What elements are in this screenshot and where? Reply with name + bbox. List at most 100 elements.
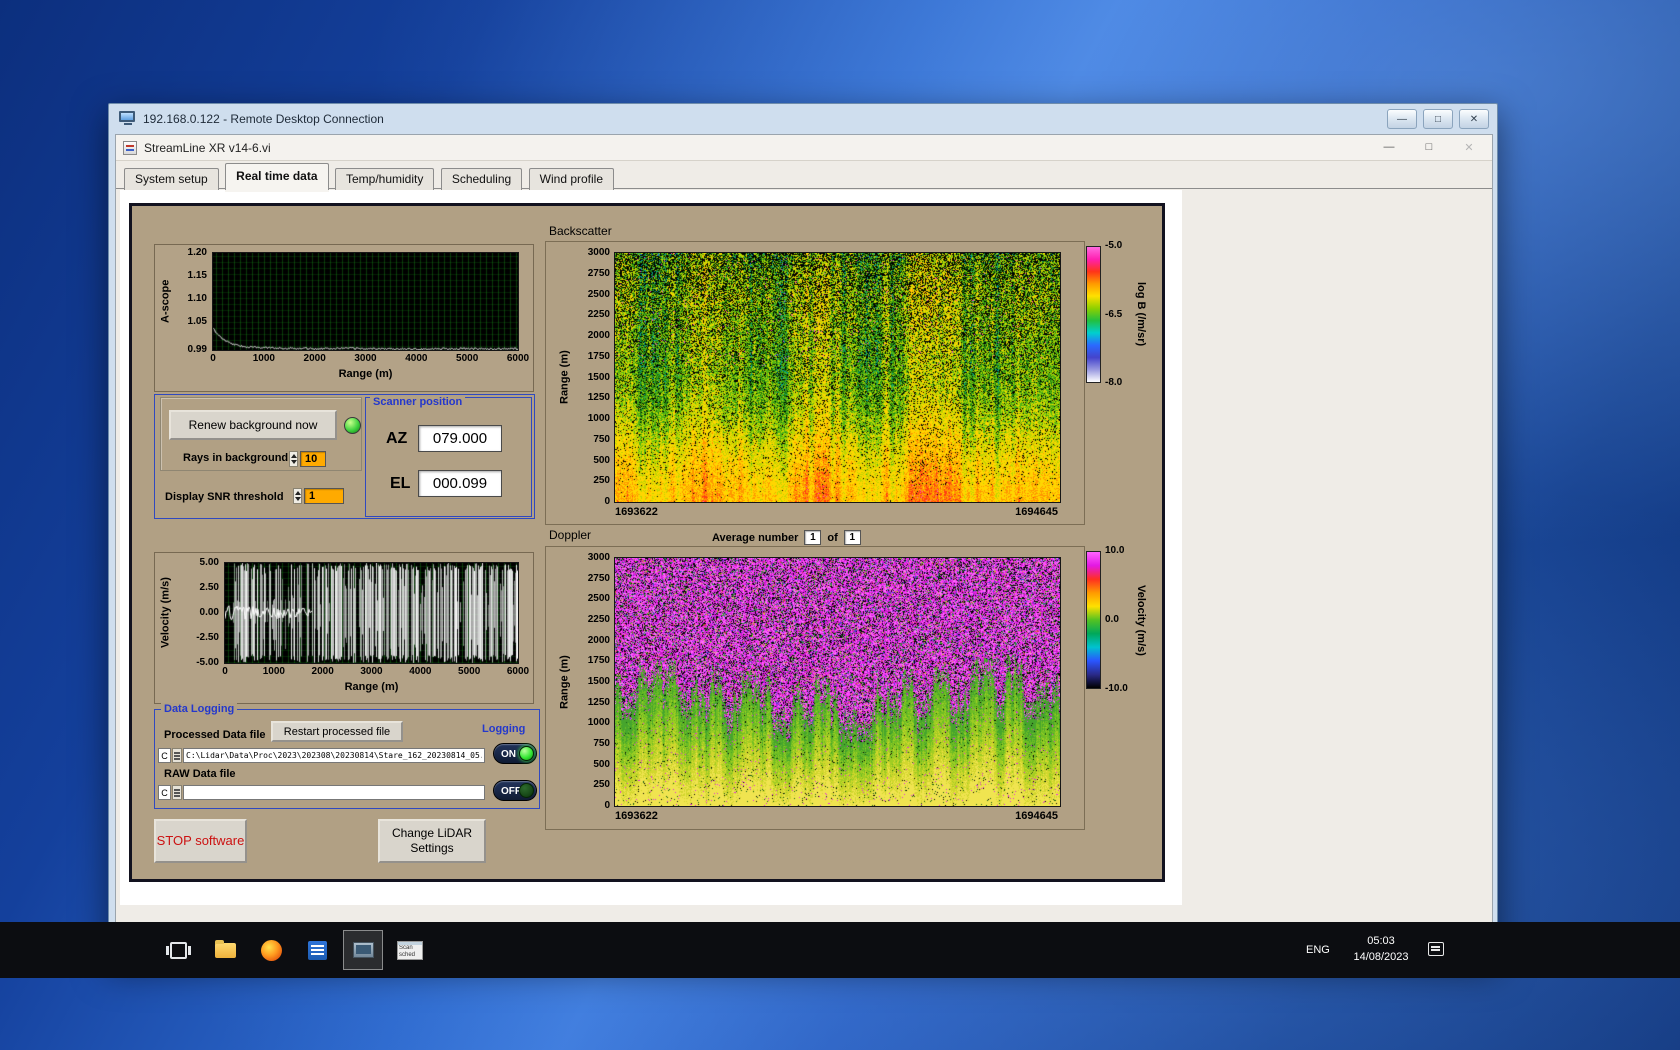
doppler-plot-canvas bbox=[615, 558, 1060, 806]
tick-label: 2500 bbox=[587, 593, 610, 605]
y-axis-ticks: 3000 2750 2500 2250 2000 1750 1500 1250 1000 750 5… bbox=[572, 248, 612, 507]
rays-in-background-label: Rays in background bbox=[183, 452, 289, 464]
tab-scheduling[interactable]: Scheduling bbox=[440, 168, 523, 190]
scanner-position-title: Scanner position bbox=[370, 396, 466, 408]
desktop: 192.168.0.122 - Remote Desktop Connectio… bbox=[0, 0, 1680, 1050]
tab-temp-humidity[interactable]: Temp/humidity bbox=[334, 168, 435, 190]
drive-letter-box[interactable]: C bbox=[158, 748, 171, 763]
tick-label: 2000 bbox=[303, 353, 326, 364]
restart-processed-file-button[interactable]: Restart processed file bbox=[271, 721, 403, 742]
tick-label: 0.0 bbox=[1105, 614, 1119, 625]
doppler-plot bbox=[614, 557, 1061, 807]
tick-label: 3000 bbox=[587, 247, 610, 258]
clock[interactable]: 05:03 14/08/2023 bbox=[1342, 933, 1420, 965]
tick-label: 2000 bbox=[587, 330, 610, 341]
main-panel: A-scope 1.20 1.15 1.10 1.05 0.99 0 1000 2000 30… bbox=[129, 203, 1165, 882]
elevation-label: EL bbox=[390, 475, 411, 492]
logging-on-led-icon bbox=[519, 746, 534, 761]
tick-label: 0 bbox=[604, 800, 610, 811]
minimize-button[interactable]: — bbox=[1387, 109, 1417, 129]
backscatter-colorbar bbox=[1086, 246, 1101, 383]
background-controls-group: Renew background now Rays in background … bbox=[154, 394, 535, 519]
task-view-icon[interactable] bbox=[158, 930, 198, 970]
remote-desktop-icon bbox=[119, 111, 136, 127]
toggle-on-label: ON bbox=[501, 749, 516, 760]
average-number-value[interactable]: 1 bbox=[804, 530, 822, 545]
tick-label: 1250 bbox=[587, 696, 610, 708]
tick-label: 1250 bbox=[587, 392, 610, 404]
snr-threshold-label: Display SNR threshold bbox=[165, 491, 284, 503]
backscatter-plot-canvas bbox=[615, 253, 1060, 502]
azimuth-value[interactable]: 079.000 bbox=[418, 425, 502, 452]
snr-spinner[interactable] bbox=[293, 488, 302, 504]
notification-center-icon[interactable] bbox=[1428, 942, 1444, 956]
raw-data-file-label: RAW Data file bbox=[164, 768, 236, 780]
data-logging-title: Data Logging bbox=[161, 703, 238, 715]
elevation-value[interactable]: 000.099 bbox=[418, 470, 502, 497]
raw-logging-toggle[interactable]: OFF bbox=[493, 780, 537, 801]
tick-label: 1000 bbox=[587, 717, 610, 729]
change-lidar-settings-button[interactable]: Change LiDAR Settings bbox=[378, 819, 486, 863]
tab-real-time-data[interactable]: Real time data bbox=[225, 163, 329, 190]
tab-wind-profile[interactable]: Wind profile bbox=[528, 168, 615, 190]
remote-desktop-taskbar-icon[interactable] bbox=[343, 930, 383, 970]
tick-label: 1750 bbox=[587, 655, 610, 667]
tick-label: 0 bbox=[604, 496, 610, 507]
scanner-position-group: Scanner position AZ 079.000 EL 000.099 bbox=[365, 396, 532, 517]
close-button[interactable]: ✕ bbox=[1459, 109, 1489, 129]
background-led-icon bbox=[344, 417, 361, 434]
doppler-heatmap: Range (m) 3000 2750 2500 2250 2000 1750 1500 12… bbox=[545, 546, 1085, 830]
taskbar: Scan sched ENG 05:03 14/08/2023 bbox=[0, 922, 1680, 978]
minimize-button[interactable]: — bbox=[1376, 137, 1402, 157]
tick-label: 1.15 bbox=[187, 270, 207, 282]
velocity-chart: Velocity (m/s) 5.00 2.50 0.00 -2.50 -5.00 0 1… bbox=[154, 552, 534, 704]
average-number-total[interactable]: 1 bbox=[843, 530, 861, 545]
blue-app-icon[interactable] bbox=[297, 930, 337, 970]
tick-label: 1000 bbox=[252, 353, 275, 364]
scan-scheduler-icon[interactable]: Scan sched bbox=[390, 930, 430, 970]
processed-path-field[interactable] bbox=[183, 748, 485, 763]
backscatter-heatmap: Range (m) 3000 2750 2500 2250 2000 1750 1500 12… bbox=[545, 241, 1085, 525]
tick-label: -5.00 bbox=[196, 657, 219, 668]
file-explorer-icon[interactable] bbox=[205, 930, 245, 970]
tick-label: 4000 bbox=[405, 353, 428, 364]
firefox-icon[interactable] bbox=[251, 930, 291, 970]
y-axis-ticks: 1.20 1.15 1.10 1.05 0.99 bbox=[171, 248, 209, 355]
streamline-app-window: StreamLine XR v14-6.vi — □ ✕ System setu… bbox=[115, 134, 1493, 956]
renew-background-button[interactable]: Renew background now bbox=[169, 410, 337, 440]
rays-spinner[interactable] bbox=[289, 451, 298, 467]
path-browse-button[interactable] bbox=[172, 785, 182, 800]
backscatter-plot bbox=[614, 252, 1061, 503]
tick-label: 10.0 bbox=[1105, 545, 1125, 556]
tick-label: 1.10 bbox=[187, 293, 207, 305]
raw-path-field[interactable] bbox=[183, 785, 485, 800]
restore-button[interactable]: □ bbox=[1416, 137, 1442, 157]
x-axis-ticks: 0 1000 2000 3000 4000 5000 6000 bbox=[210, 353, 529, 365]
rdp-titlebar[interactable]: 192.168.0.122 - Remote Desktop Connectio… bbox=[109, 104, 1497, 134]
velocity-plot bbox=[224, 562, 519, 664]
tick-label: -5.0 bbox=[1105, 240, 1123, 251]
processed-data-file-label: Processed Data file bbox=[164, 729, 266, 741]
tick-label: 2750 bbox=[587, 572, 610, 584]
app-titlebar[interactable]: StreamLine XR v14-6.vi — □ ✕ bbox=[116, 135, 1492, 161]
x-end-label: 1694645 bbox=[1015, 810, 1058, 822]
language-indicator[interactable]: ENG bbox=[1306, 922, 1330, 978]
rays-in-background-value[interactable]: 10 bbox=[300, 451, 326, 467]
data-logging-group: Data Logging Processed Data file Restart… bbox=[154, 703, 540, 809]
maximize-button[interactable]: □ bbox=[1423, 109, 1453, 129]
close-button[interactable]: ✕ bbox=[1456, 137, 1482, 157]
tick-label: -2.50 bbox=[196, 632, 219, 643]
tab-system-setup[interactable]: System setup bbox=[124, 168, 219, 190]
tick-label: 250 bbox=[593, 779, 610, 791]
tick-label: 1000 bbox=[262, 666, 285, 677]
labview-vi-icon bbox=[123, 141, 137, 155]
stop-software-button[interactable]: STOP software bbox=[154, 819, 247, 863]
colorbar-label: log B (/m/sr) bbox=[1135, 282, 1147, 347]
drive-letter-box[interactable]: C bbox=[158, 785, 171, 800]
path-browse-button[interactable] bbox=[172, 748, 182, 763]
x-end-label: 1694645 bbox=[1015, 506, 1058, 518]
doppler-title: Doppler bbox=[549, 528, 592, 542]
processed-logging-toggle[interactable]: ON bbox=[493, 743, 537, 764]
x-start-label: 1693622 bbox=[615, 810, 658, 822]
snr-threshold-value[interactable]: 1 bbox=[304, 488, 344, 504]
